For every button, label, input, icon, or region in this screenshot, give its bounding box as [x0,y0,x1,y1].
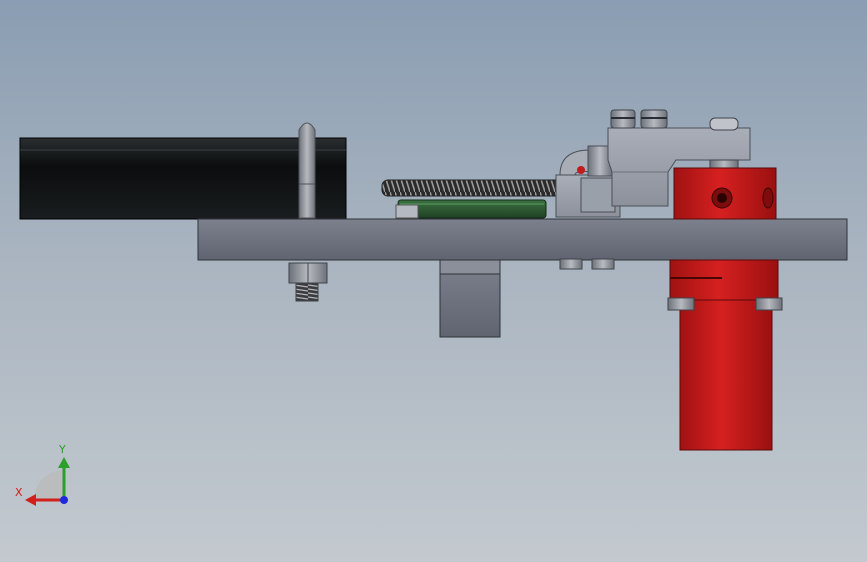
z-axis-dot [60,496,68,504]
y-axis-arrow [58,457,70,468]
base-plate[interactable] [197,218,848,261]
x-axis-arrow [25,494,36,506]
plate-nut-right[interactable] [591,258,615,270]
cylinder-nut-right[interactable] [755,297,783,311]
coordinate-triad [25,457,70,506]
y-axis-label: Y [59,443,66,456]
arm-screw-left[interactable] [610,109,636,129]
u-bolt[interactable] [298,122,316,219]
x-axis-label: X [15,486,23,499]
spring[interactable] [381,179,563,197]
cad-viewport[interactable]: Y X [0,0,867,562]
assembly-view[interactable] [0,0,867,562]
u-bolt-nut[interactable] [288,262,328,302]
black-roller[interactable] [19,137,347,220]
green-pad[interactable] [395,199,547,219]
arm-screw-right[interactable] [640,109,668,129]
under-plate-block[interactable] [439,259,501,338]
red-cylinder-lower[interactable] [669,259,779,451]
plate-nut-left[interactable] [559,258,583,270]
cylinder-nut-left[interactable] [667,297,695,311]
red-block-upper[interactable] [673,167,777,220]
triad-plane [34,470,64,500]
